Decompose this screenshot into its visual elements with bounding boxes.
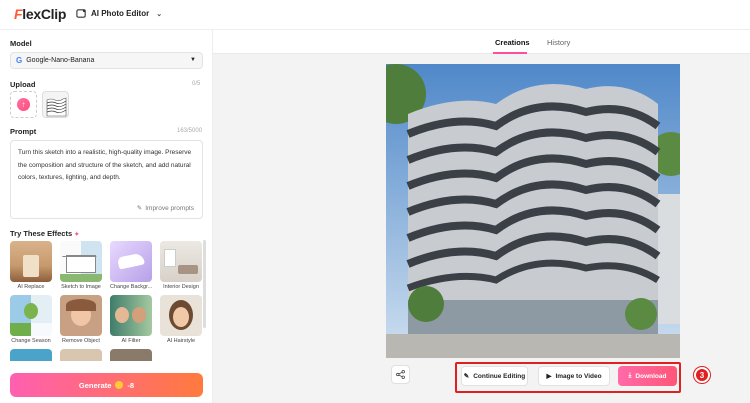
flexclip-logo[interactable]: FlexClip: [14, 6, 66, 22]
active-tab-indicator: [493, 52, 527, 54]
effect-remove-object[interactable]: Remove Object: [60, 295, 102, 344]
top-bar: FlexClip AI Photo Editor ⌄: [0, 0, 750, 30]
sparkle-icon: ✦: [74, 232, 80, 238]
google-icon: G: [16, 56, 23, 65]
upload-label: Upload: [10, 80, 36, 89]
effect-ai-hairstyle[interactable]: AI Hairstyle: [160, 295, 202, 344]
generated-image[interactable]: [386, 64, 680, 358]
model-select[interactable]: G Google-Nano-Banana ▼: [10, 52, 203, 69]
prompt-text: Turn this sketch into a realistic, high-…: [18, 149, 192, 181]
prompt-count: 163/5000: [177, 128, 203, 134]
chevron-down-icon: ⌄: [156, 10, 163, 18]
main-area: Creations History ✎ Continue Editing ▶ I…: [213, 30, 750, 403]
effect-thumbnail: [60, 241, 102, 282]
effect-label: AI Hairstyle: [166, 338, 196, 344]
video-label: Image to Video: [555, 372, 602, 380]
prompt-label: Prompt: [10, 127, 37, 136]
download-icon: ⤓: [628, 372, 632, 379]
effect-label: Change Season: [11, 338, 51, 344]
generate-cost: -8: [127, 380, 135, 390]
improve-label: Improve prompts: [145, 204, 194, 212]
tabs-bar: Creations History: [213, 30, 750, 54]
effect-label: Sketch to Image: [61, 284, 101, 290]
download-label: Download: [635, 372, 667, 380]
tool-switcher[interactable]: AI Photo Editor ⌄: [76, 8, 162, 19]
upload-button[interactable]: ↑: [10, 91, 37, 118]
effect-interior-design[interactable]: Interior Design: [160, 241, 202, 290]
upload-count: 0/5: [192, 81, 201, 87]
generate-label: Generate: [78, 380, 112, 390]
credit-coin-icon: [115, 381, 124, 389]
continue-editing-button[interactable]: ✎ Continue Editing: [461, 366, 528, 386]
effect-label: Interior Design: [163, 284, 199, 290]
model-value: Google-Nano-Banana: [26, 57, 95, 64]
photo-editor-icon: [76, 9, 86, 18]
effect-more-2[interactable]: [60, 349, 102, 361]
logo-text: lexClip: [22, 6, 67, 22]
effect-more-1[interactable]: [10, 349, 52, 361]
effects-title: Try These Effects: [10, 229, 73, 238]
effect-thumbnail: [110, 241, 152, 282]
model-label: Model: [10, 39, 32, 48]
image-to-video-button[interactable]: ▶ Image to Video: [538, 366, 610, 386]
tab-creations[interactable]: Creations: [495, 38, 530, 47]
generate-button[interactable]: Generate -8: [10, 373, 203, 397]
effect-label: AI Filter: [121, 338, 141, 344]
improve-prompts-button[interactable]: ✎ Improve prompts: [136, 204, 194, 213]
share-button[interactable]: [391, 365, 410, 384]
sketch-image: [46, 97, 67, 117]
edit-icon: ✎: [463, 373, 470, 380]
effect-sketch-to-image[interactable]: Sketch to Image: [60, 241, 102, 290]
step-badge: 3: [694, 367, 710, 383]
effects-label: Try These Effects ✦: [10, 229, 79, 238]
effects-scrollbar[interactable]: [203, 240, 206, 328]
tab-history[interactable]: History: [547, 38, 570, 47]
effect-thumbnail: [110, 349, 152, 361]
effect-thumbnail: [10, 295, 52, 336]
share-icon: [396, 370, 405, 379]
uploaded-sketch-thumbnail[interactable]: [42, 91, 69, 118]
effect-label: Remove Object: [62, 338, 100, 344]
effect-label: Change Backgr...: [110, 284, 152, 290]
effect-change-season[interactable]: Change Season: [10, 295, 52, 344]
upload-icon: ↑: [17, 98, 30, 111]
continue-label: Continue Editing: [473, 372, 526, 380]
effect-more-3[interactable]: [110, 349, 152, 361]
chevron-down-icon: ▼: [190, 57, 196, 63]
effect-thumbnail: [110, 295, 152, 336]
video-icon: ▶: [546, 373, 552, 380]
effect-thumbnail: [10, 349, 52, 361]
effect-ai-filter[interactable]: AI Filter: [110, 295, 152, 344]
download-button[interactable]: ⤓ Download: [618, 366, 677, 386]
effect-thumbnail: [10, 241, 52, 282]
effect-thumbnail: [60, 295, 102, 336]
effect-change-background[interactable]: Change Backgr...: [110, 241, 152, 290]
effect-thumbnail: [160, 241, 202, 282]
building-photo: [386, 64, 680, 358]
effect-thumbnail: [60, 349, 102, 361]
magic-wand-icon: ✎: [136, 205, 143, 212]
prompt-textarea[interactable]: Turn this sketch into a realistic, high-…: [10, 140, 203, 219]
tool-name: AI Photo Editor: [91, 9, 150, 18]
effect-thumbnail: [160, 295, 202, 336]
effects-grid: AI Replace Sketch to Image Change Backgr…: [10, 241, 203, 361]
effect-label: AI Replace: [17, 284, 45, 290]
effect-ai-replace[interactable]: AI Replace: [10, 241, 52, 290]
